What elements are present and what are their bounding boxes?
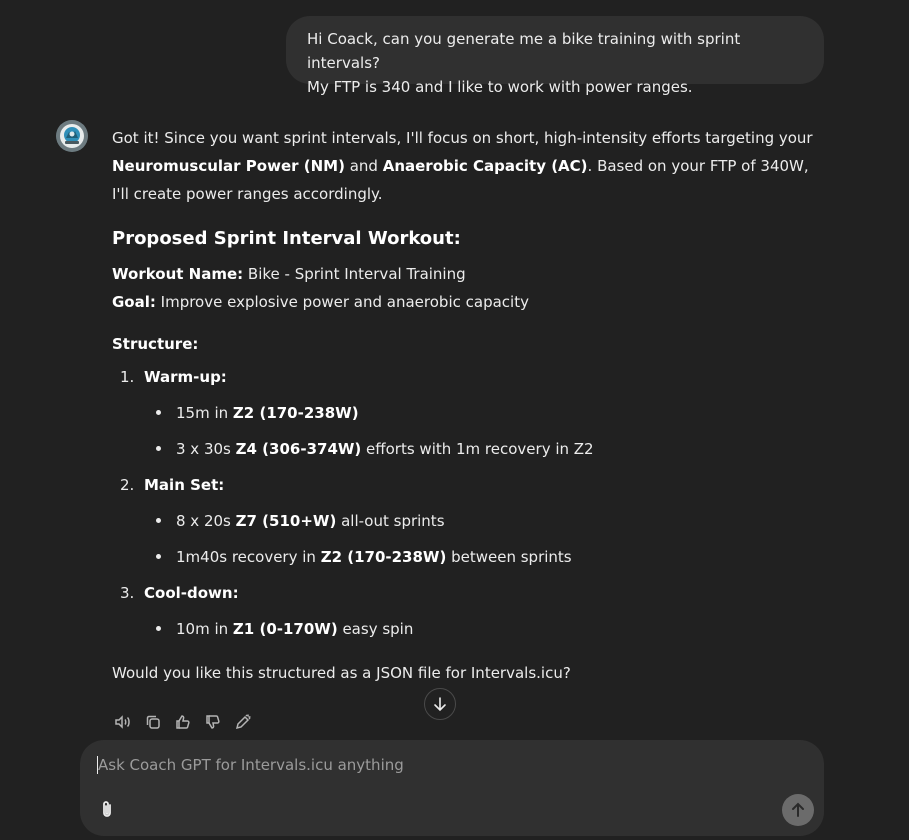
- user-message-line: Hi Coack, can you generate me a bike tra…: [307, 30, 741, 72]
- list-item-pre: 10m in: [176, 620, 233, 638]
- list-item-post: between sprints: [446, 548, 572, 566]
- section-number: 2.: [120, 476, 135, 494]
- user-message-bubble: Hi Coack, can you generate me a bike tra…: [286, 16, 824, 96]
- intro-bold-ac: Anaerobic Capacity (AC): [382, 157, 588, 175]
- goal-line: Goal: Improve explosive power and anaero…: [112, 288, 824, 316]
- list-item-post: all-out sprints: [336, 512, 445, 530]
- thumbs-up-icon[interactable]: [173, 712, 193, 732]
- list-item-bold: Z2 (170-238W): [320, 548, 447, 566]
- structure-label-text: Structure:: [112, 335, 199, 353]
- list-item-bold: Z7 (510+W): [235, 512, 337, 530]
- structure-label: Structure:: [112, 330, 824, 358]
- bullet: [156, 518, 161, 523]
- list-item-bold: Z1 (0-170W): [232, 620, 338, 638]
- arrow-up-icon: [792, 802, 804, 817]
- user-message-line: My FTP is 340 and I like to work with po…: [307, 78, 693, 96]
- list-item-post: easy spin: [337, 620, 414, 638]
- workout-name-line: Workout Name: Bike - Sprint Interval Tra…: [112, 260, 824, 288]
- arrow-down-icon: [434, 697, 446, 712]
- bullet: [156, 446, 161, 451]
- list-item-pre: 1m40s recovery in: [176, 548, 321, 566]
- workout-name-label: Workout Name:: [112, 265, 244, 283]
- list-item-pre: 3 x 30s: [176, 440, 236, 458]
- list-item: 8 x 20s Z7 (510+W) all-out sprints: [112, 503, 824, 539]
- list-item: 10m in Z1 (0-170W) easy spin: [112, 611, 824, 647]
- assistant-avatar: [56, 120, 88, 152]
- intro-text: and: [344, 157, 383, 175]
- list-item: 1m40s recovery in Z2 (170-238W) between …: [112, 539, 824, 575]
- section-number: 3.: [120, 584, 135, 602]
- section-title: Main Set:: [144, 476, 225, 494]
- list-item-pre: 15m in: [176, 404, 233, 422]
- edit-icon[interactable]: [233, 712, 253, 732]
- read-aloud-icon[interactable]: [113, 712, 133, 732]
- send-button[interactable]: [782, 794, 814, 826]
- section-number: 1.: [120, 368, 135, 386]
- structure-section: 2. Main Set:: [112, 467, 824, 503]
- structure-section: 3. Cool-down:: [112, 575, 824, 611]
- goal-value: Improve explosive power and anaerobic ca…: [155, 293, 529, 311]
- list-item-bold: Z4 (306-374W): [235, 440, 362, 458]
- composer: [80, 740, 824, 836]
- paperclip-icon[interactable]: [96, 799, 118, 821]
- intro-paragraph: Got it! Since you want sprint intervals,…: [112, 124, 824, 208]
- bullet: [156, 554, 161, 559]
- bullet: [156, 626, 161, 631]
- coach-gpt-logo-icon: [56, 120, 88, 152]
- thumbs-down-icon[interactable]: [203, 712, 223, 732]
- prompt-input[interactable]: [98, 754, 698, 776]
- closing-question: Would you like this structured as a JSON…: [112, 664, 571, 682]
- workout-name-value: Bike - Sprint Interval Training: [243, 265, 466, 283]
- workout-heading: Proposed Sprint Interval Workout:: [112, 228, 461, 249]
- structure-section: 1. Warm-up:: [112, 359, 824, 395]
- message-actions: [113, 712, 253, 732]
- list-item-post: efforts with 1m recovery in Z2: [361, 440, 594, 458]
- list-item: 3 x 30s Z4 (306-374W) efforts with 1m re…: [112, 431, 824, 467]
- list-item-bold: Z2 (170-238W): [232, 404, 359, 422]
- list-item-pre: 8 x 20s: [176, 512, 236, 530]
- assistant-message: Got it! Since you want sprint intervals,…: [112, 124, 824, 687]
- structure-list: 1. Warm-up: 15m in Z2 (170-238W) 3 x 30s Z4…: [112, 359, 824, 647]
- section-title: Cool-down:: [144, 584, 239, 602]
- section-title: Warm-up:: [144, 368, 227, 386]
- intro-bold-nm: Neuromuscular Power (NM): [112, 157, 345, 175]
- intro-text: Got it! Since you want sprint intervals,…: [112, 129, 813, 147]
- goal-label: Goal:: [112, 293, 156, 311]
- scroll-down-button[interactable]: [424, 688, 456, 720]
- list-item: 15m in Z2 (170-238W): [112, 395, 824, 431]
- bullet: [156, 410, 161, 415]
- copy-icon[interactable]: [143, 712, 163, 732]
